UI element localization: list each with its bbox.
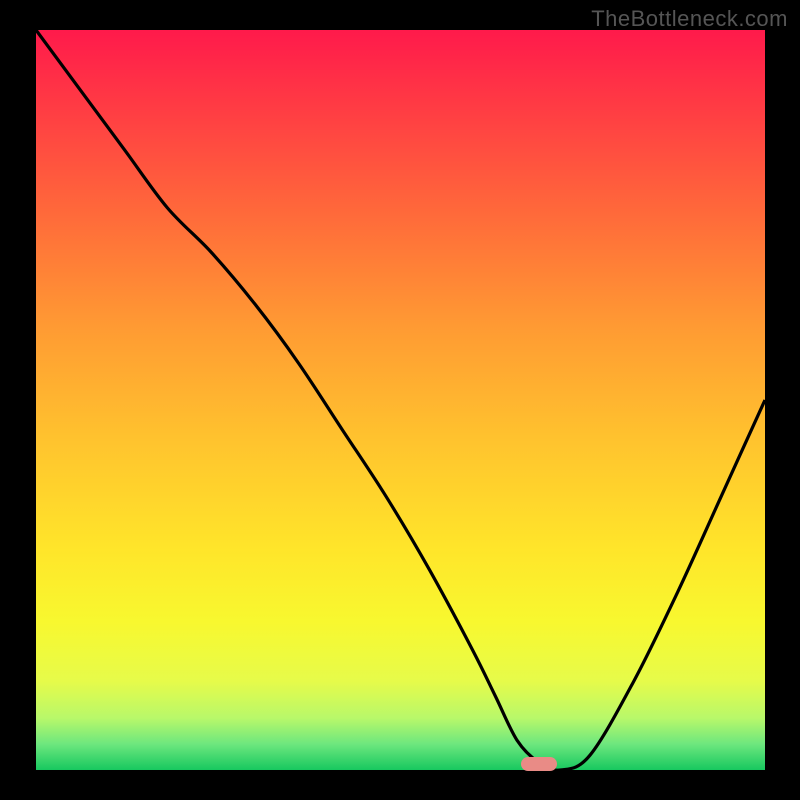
plot-area [36,30,765,770]
watermark-text: TheBottleneck.com [591,6,788,32]
bottleneck-curve [36,30,765,770]
optimal-marker [521,757,557,771]
chart-frame: TheBottleneck.com [0,0,800,800]
curve-path [36,30,765,770]
